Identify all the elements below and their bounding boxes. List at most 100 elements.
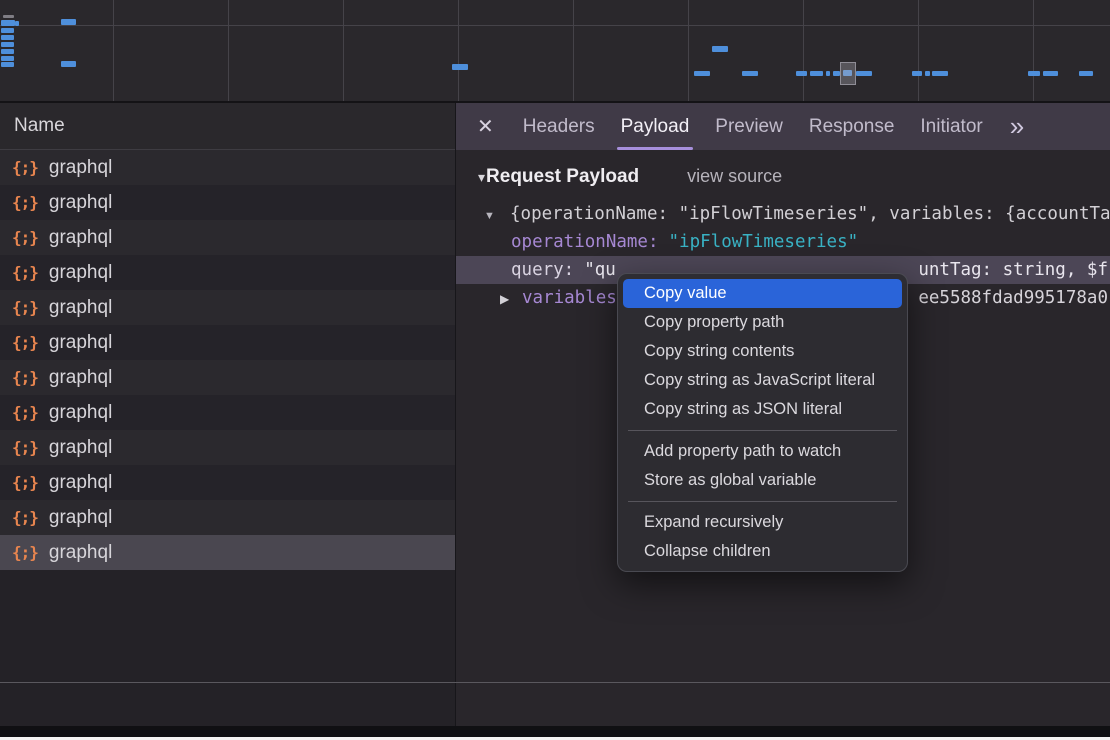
request-name: graphql	[49, 332, 112, 354]
json-brackets-icon: {;}	[12, 403, 38, 422]
detail-tabbar: ✕ Headers Payload Preview Response Initi…	[456, 103, 1110, 150]
menu-item-collapse-children[interactable]: Collapse children	[618, 537, 907, 566]
request-timing-bar	[1, 49, 14, 54]
network-request-row[interactable]: {;}graphql	[0, 255, 455, 290]
network-request-row[interactable]: {;} graphql	[0, 430, 455, 465]
request-timing-bar	[1, 56, 14, 61]
network-request-row[interactable]: {;}graphql	[0, 290, 455, 325]
request-timing-bar	[826, 71, 830, 76]
json-brackets-icon: {;}	[12, 508, 38, 527]
json-brackets-icon: {;}	[12, 193, 38, 212]
menu-item-copy-value[interactable]: Copy value	[623, 279, 902, 308]
payload-operationname-row[interactable]: operationName:"ipFlowTimeseries"	[456, 228, 1110, 256]
network-request-row[interactable]: {;} graphql	[0, 395, 455, 430]
network-overview-timeline[interactable]	[0, 0, 1110, 103]
timeline-gridline	[1033, 0, 1034, 101]
payload-root-row[interactable]: ▼{operationName: "ipFlowTimeseries", var…	[456, 200, 1110, 228]
network-request-row-selected[interactable]: {;} graphql	[0, 535, 455, 570]
window-bottom-edge	[0, 726, 1110, 737]
json-brackets-icon: {;}	[12, 438, 38, 457]
property-key: variables	[522, 288, 617, 308]
request-payload-section-header[interactable]: ▾ Request Payload view source	[456, 150, 1110, 188]
name-column-header[interactable]: Name	[0, 103, 455, 150]
request-timing-bar	[1079, 71, 1093, 76]
tab-response[interactable]: Response	[796, 103, 908, 150]
request-timing-bar	[810, 71, 823, 76]
expanded-triangle-icon[interactable]: ▼	[484, 202, 510, 228]
request-timing-bar	[61, 19, 76, 25]
request-timing-bar	[1028, 71, 1040, 76]
network-request-row[interactable]: {;}graphql	[0, 465, 455, 500]
menu-item-add-property-path-to-watch[interactable]: Add property path to watch	[618, 437, 907, 466]
menu-item-copy-string-contents[interactable]: Copy string contents	[618, 337, 907, 366]
request-name: graphql	[49, 367, 112, 389]
timeline-gridline	[803, 0, 804, 101]
request-timing-bar	[712, 46, 728, 52]
devtools-network-window: Name {;} graphql {;} graphql {;} graphql {;…	[0, 0, 1110, 740]
tab-preview[interactable]: Preview	[702, 103, 796, 150]
tab-initiator[interactable]: Initiator	[907, 103, 995, 150]
request-name: graphql	[49, 227, 112, 249]
request-name: graphql	[49, 192, 112, 214]
menu-item-copy-string-json-literal[interactable]: Copy string as JSON literal	[618, 395, 907, 424]
json-brackets-icon: {;}	[12, 368, 38, 387]
vertical-splitter[interactable]	[455, 103, 456, 726]
json-brackets-icon: {;}	[12, 228, 38, 247]
property-key: query:	[511, 260, 574, 280]
network-requests-panel: Name {;} graphql {;} graphql {;} graphql {;…	[0, 103, 455, 726]
request-name: graphql	[49, 437, 112, 459]
network-request-row[interactable]: {;} graphql	[0, 185, 455, 220]
tab-label: Payload	[621, 116, 690, 137]
close-icon[interactable]: ✕	[477, 114, 494, 139]
request-timing-bar	[1, 62, 14, 67]
request-timing-bar	[694, 71, 710, 76]
horizontal-splitter[interactable]	[0, 682, 1110, 683]
json-brackets-icon: {;}	[12, 333, 38, 352]
menu-item-copy-property-path[interactable]: Copy property path	[618, 308, 907, 337]
timeline-gridline	[343, 0, 344, 101]
view-source-link[interactable]: view source	[687, 166, 782, 187]
menu-item-expand-recursively[interactable]: Expand recursively	[618, 508, 907, 537]
json-brackets-icon: {;}	[12, 543, 38, 562]
json-brackets-icon: {;}	[12, 158, 38, 177]
request-timing-bar	[15, 21, 19, 26]
timeline-selection-box[interactable]	[840, 62, 856, 85]
network-request-row[interactable]: {;}graphql	[0, 500, 455, 535]
request-timing-bar	[1043, 71, 1058, 76]
tab-headers[interactable]: Headers	[510, 103, 608, 150]
collapsed-triangle-icon[interactable]: ▶	[500, 285, 522, 312]
property-value: "qu	[584, 260, 616, 280]
request-timing-bar	[1, 35, 14, 40]
request-payload-title: Request Payload	[486, 166, 639, 188]
request-name: graphql	[49, 402, 112, 424]
timeline-gridline	[228, 0, 229, 101]
timeline-gridline-horizontal	[0, 25, 1110, 26]
timeline-gridline	[458, 0, 459, 101]
request-timing-bar	[61, 61, 76, 67]
network-request-row[interactable]: {;} graphql	[0, 325, 455, 360]
network-request-row[interactable]: {;} graphql	[0, 220, 455, 255]
menu-item-copy-string-js-literal[interactable]: Copy string as JavaScript literal	[618, 366, 907, 395]
request-timing-bar	[796, 71, 807, 76]
tab-label: Headers	[523, 116, 595, 137]
property-value-clipped: untTag: string, $f	[918, 256, 1108, 284]
request-name: graphql	[49, 542, 112, 564]
tab-label: Initiator	[920, 116, 982, 137]
timeline-gridline	[688, 0, 689, 101]
payload-summary-text: {operationName: "ipFlowTimeseries", vari…	[510, 204, 1110, 224]
json-brackets-icon: {;}	[12, 473, 38, 492]
tab-payload[interactable]: Payload	[608, 103, 703, 150]
tab-label: Response	[809, 116, 895, 137]
menu-item-store-as-global-variable[interactable]: Store as global variable	[618, 466, 907, 495]
request-name: graphql	[49, 297, 112, 319]
menu-separator	[628, 501, 897, 502]
network-request-row[interactable]: {;} graphql	[0, 150, 455, 185]
more-tabs-icon[interactable]: »	[1010, 103, 1024, 150]
request-timing-bar	[1, 42, 14, 47]
request-timing-bar	[3, 15, 14, 18]
property-key: operationName:	[511, 232, 659, 252]
request-name: graphql	[49, 157, 112, 179]
network-request-row[interactable]: {;} graphql	[0, 360, 455, 395]
name-column-label: Name	[14, 115, 65, 136]
section-collapse-triangle-icon[interactable]: ▾	[478, 169, 485, 186]
